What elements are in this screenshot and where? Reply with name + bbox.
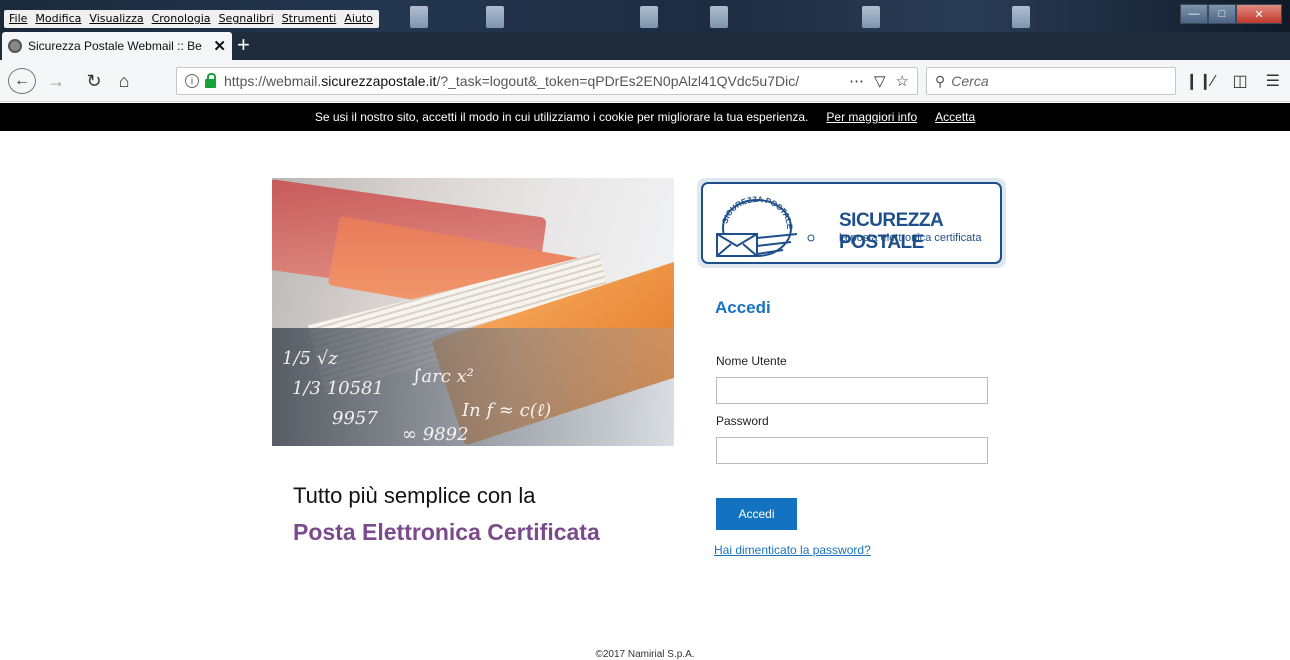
url-prefix: https://webmail. — [224, 73, 322, 89]
window-controls: — □ ✕ — [1180, 4, 1282, 24]
desktop-file-icon — [862, 6, 880, 28]
menu-cronologia[interactable]: Cronologia — [149, 10, 214, 28]
logo-subtitle: la posta elettronica certificata — [839, 232, 982, 244]
minimize-icon[interactable]: — — [1180, 4, 1208, 24]
tab-bar: Sicurezza Postale Webmail :: Be ✕ + — [0, 32, 1290, 60]
menu-bar: File Modifica Visualizza Cronologia Segn… — [4, 10, 379, 28]
window-title-bar: File Modifica Visualizza Cronologia Segn… — [0, 0, 1290, 32]
url-domain: sicurezzapostale.it — [321, 73, 437, 89]
footer-copyright: ©2017 Namirial S.p.A. — [595, 649, 695, 660]
login-title: Accedi — [715, 298, 771, 317]
search-icon: ⚲ — [935, 72, 946, 89]
more-actions-icon[interactable]: ⋯ — [849, 72, 864, 90]
forgot-password-link[interactable]: Hai dimenticato la password? — [714, 543, 871, 557]
info-icon[interactable]: i — [185, 74, 199, 88]
cookie-accept-link[interactable]: Accetta — [935, 110, 975, 124]
search-placeholder: Cerca — [951, 73, 989, 89]
menu-strumenti[interactable]: Strumenti — [279, 10, 340, 28]
address-bar[interactable]: i https://webmail.sicurezzapostale.it/?_… — [176, 67, 918, 95]
menu-segnalibri[interactable]: Segnalibri — [216, 10, 277, 28]
login-button[interactable]: Accedi — [716, 498, 797, 530]
username-label: Nome Utente — [716, 354, 787, 368]
hamburger-menu-icon[interactable]: ☰ — [1266, 71, 1280, 91]
desktop-file-icon — [486, 6, 504, 28]
hero-image: 1/5 √z 1/3 10581 ∫arc x² 9957 In f ≈ c(ℓ… — [272, 178, 674, 446]
navigation-bar: ← → ↻ ⌂ i https://webmail.sicurezzaposta… — [0, 60, 1290, 102]
library-icon[interactable]: ❙❙⁄ — [1185, 71, 1214, 91]
search-input[interactable]: ⚲ Cerca — [926, 67, 1176, 95]
pocket-icon[interactable]: ▽ — [874, 72, 886, 90]
desktop-file-icon — [410, 6, 428, 28]
close-window-icon[interactable]: ✕ — [1236, 4, 1282, 24]
tagline-line1: Tutto più semplice con la — [293, 483, 536, 508]
username-input[interactable] — [716, 377, 988, 404]
cookie-banner: Se usi il nostro sito, accetti il modo i… — [0, 103, 1290, 131]
brand-logo-frame: SICUREZZA POSTALE SICUREZZA POSTALE la p… — [701, 182, 1002, 264]
close-tab-icon[interactable]: ✕ — [213, 37, 226, 55]
menu-modifica[interactable]: Modifica — [32, 10, 84, 28]
desktop-file-icon — [640, 6, 658, 28]
toolbar-right: ❙❙⁄ ◫ ☰ — [1185, 71, 1280, 91]
forward-arrow-icon[interactable]: → — [44, 68, 68, 94]
desktop-file-icon — [710, 6, 728, 28]
password-label: Password — [716, 414, 769, 428]
svg-text:SICUREZZA POSTALE: SICUREZZA POSTALE — [720, 195, 794, 230]
menu-file[interactable]: File — [6, 10, 30, 28]
home-icon[interactable]: ⌂ — [112, 68, 136, 94]
back-arrow-icon[interactable]: ← — [8, 68, 36, 94]
tab-webmail[interactable]: Sicurezza Postale Webmail :: Be ✕ — [2, 32, 232, 60]
cookie-text: Se usi il nostro sito, accetti il modo i… — [314, 110, 809, 124]
menu-visualizza[interactable]: Visualizza — [86, 10, 146, 28]
hero-math-overlay: 1/5 √z 1/3 10581 ∫arc x² 9957 In f ≈ c(ℓ… — [272, 328, 674, 446]
new-tab-icon[interactable]: + — [237, 33, 250, 57]
desktop-file-icon — [1012, 6, 1030, 28]
sidebar-icon[interactable]: ◫ — [1233, 71, 1248, 91]
favicon-icon — [8, 39, 22, 53]
logo-seal-text: SICUREZZA POSTALE — [720, 195, 794, 230]
url-path: /?_task=logout&_token=qPDrEs2EN0pAlzl41Q… — [436, 73, 800, 89]
envelope-seal-icon: SICUREZZA POSTALE — [716, 195, 815, 257]
brand-logo: SICUREZZA POSTALE SICUREZZA POSTALE la p… — [697, 178, 1006, 268]
menu-aiuto[interactable]: Aiuto — [341, 10, 376, 28]
bookmark-star-icon[interactable]: ☆ — [896, 72, 909, 90]
password-input[interactable] — [716, 437, 988, 464]
tagline-line2: Posta Elettronica Certificata — [293, 519, 600, 545]
lock-icon — [205, 72, 216, 88]
url-actions: ⋯ ▽ ☆ — [849, 72, 909, 90]
maximize-icon[interactable]: □ — [1208, 4, 1236, 24]
cookie-more-info-link[interactable]: Per maggiori info — [826, 110, 917, 124]
url-text: https://webmail.sicurezzapostale.it/?_ta… — [224, 73, 814, 89]
reload-icon[interactable]: ↻ — [82, 68, 106, 94]
tab-title: Sicurezza Postale Webmail :: Be — [28, 39, 202, 53]
